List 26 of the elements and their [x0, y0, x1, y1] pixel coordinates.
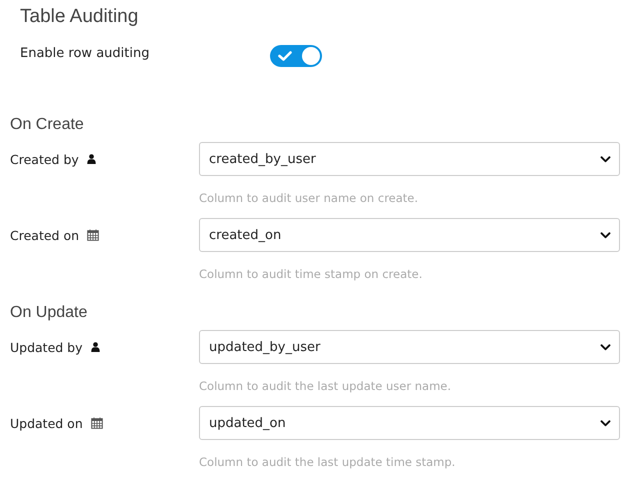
field-label: Created by	[10, 152, 79, 166]
field-label: Created on	[10, 228, 80, 242]
column-dropdown[interactable]: created_by_user	[199, 142, 620, 176]
chevron-down-icon	[600, 420, 611, 426]
calendar-icon	[87, 229, 100, 241]
column-dropdown[interactable]: updated_on	[199, 406, 620, 440]
help-text: Column to audit time stamp on create.	[199, 266, 424, 283]
user-icon	[90, 342, 100, 352]
help-text: Column to audit user name on create.	[199, 190, 420, 207]
section-heading: On Create	[10, 115, 85, 135]
help-text: Column to audit the last update time stamp.	[199, 454, 456, 471]
chevron-down-icon	[600, 156, 611, 162]
field-label: Updated by	[10, 340, 83, 354]
page-title: Table Auditing	[20, 5, 140, 29]
check-icon	[278, 51, 292, 61]
calendar-icon	[90, 417, 103, 429]
field-label: Updated on	[10, 416, 83, 430]
help-text: Column to audit the last update user name.	[199, 378, 452, 395]
chevron-down-icon	[600, 232, 611, 238]
column-dropdown[interactable]: created_on	[199, 218, 620, 252]
section-heading: On Update	[10, 303, 88, 323]
chevron-down-icon	[600, 344, 611, 350]
user-icon	[86, 154, 96, 164]
column-dropdown[interactable]: updated_by_user	[199, 330, 620, 364]
toggle-switch[interactable]	[270, 45, 322, 67]
toggle-label: Enable row auditing	[20, 46, 150, 60]
